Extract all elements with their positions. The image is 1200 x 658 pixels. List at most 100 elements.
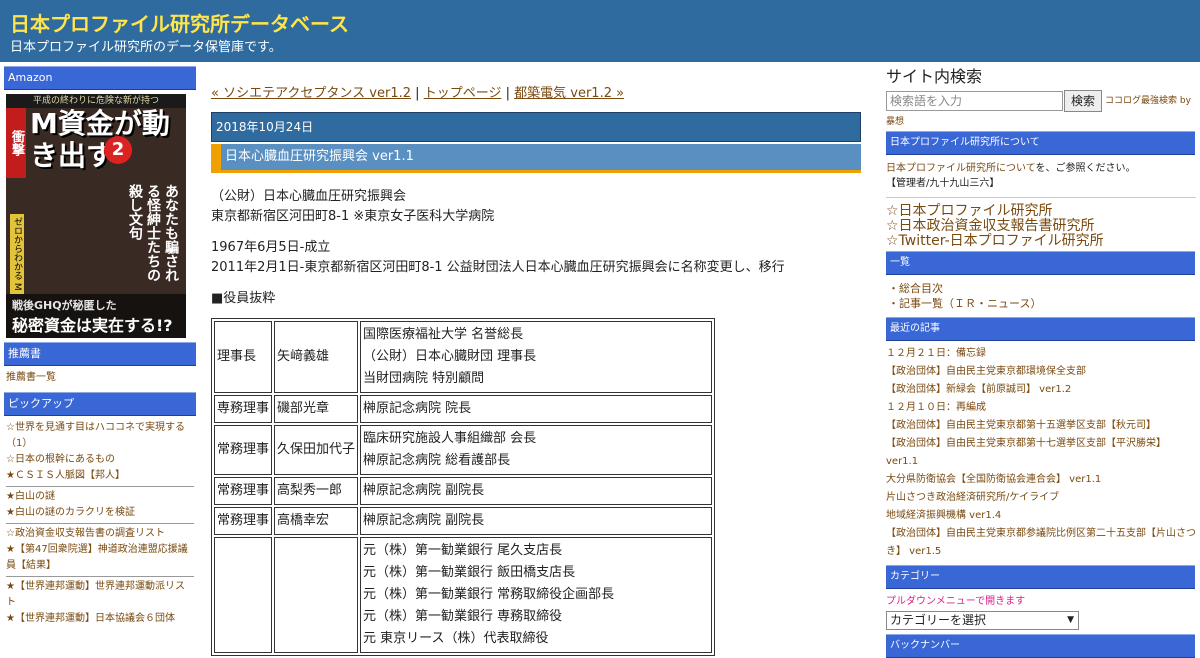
recent-post-link[interactable]: 片山さつき政治経済研究所/ケイライブ [886, 489, 1196, 507]
list-item[interactable]: ・記事一覧（ＩＲ・ニュース） [888, 296, 1196, 311]
officer-title: 榊原記念病院 総看護部長 [363, 453, 511, 468]
officer-role [214, 537, 273, 653]
officer-name: 久保田加代子 [274, 425, 359, 475]
recent-post-link[interactable]: 地域経済振興機構 ver1.4 [886, 507, 1196, 525]
amazon-book-ad[interactable]: 平成の終わりに危険な新が持つ 衝撃 M資金が動き出す 2 ゼロからわかる M資金… [6, 94, 186, 338]
admin-label: 【管理者/九十九山三六】 [886, 178, 1000, 189]
search-credit-link[interactable]: ココログ最強検索 by [1105, 96, 1191, 106]
ad-title: M資金が動き出す [30, 107, 170, 172]
sidebar-heading-backnumber: バックナンバー [886, 634, 1195, 658]
category-select-value: カテゴリーを選択 [890, 613, 987, 627]
recent-post-link[interactable]: 【政治団体】自由民主党東京都第十五選挙区支部【秋元司】 [886, 417, 1196, 435]
divider [6, 576, 194, 577]
recent-post-link[interactable]: 【政治団体】自由民主党東京都第十七選挙区支部【平沢勝栄】 ver1.1 [886, 435, 1196, 471]
officer-name: 高梨秀一郎 [274, 477, 359, 505]
pickup-link[interactable]: ☆政治資金収支報告書の調査リスト [6, 526, 194, 542]
sidebar-heading-list: 一覧 [886, 251, 1195, 275]
site-description: 日本プロファイル研究所のデータ保管庫です。 [10, 40, 282, 55]
profile-link[interactable]: ☆日本プロファイル研究所 [886, 204, 1196, 219]
divider [6, 486, 194, 487]
officer-titles: 榊原記念病院 院長 [360, 395, 713, 423]
officer-title: （公財）日本心臓財団 理事長 [363, 349, 537, 364]
post-body: （公財）日本心臓血圧研究振興会 東京都新宿区河田町8-1 ※東京女子医科大学病院… [211, 187, 861, 656]
ad-band-line1: 戦後GHQが秘匿した [12, 299, 117, 312]
pickup-link[interactable]: ☆日本の根幹にあるもの [6, 452, 194, 468]
list-links: ・総合目次 ・記事一覧（ＩＲ・ニュース） [886, 275, 1196, 317]
pickup-link[interactable]: ★【世界連邦運動】日本協議会６団体 [6, 611, 194, 627]
category-select[interactable]: カテゴリーを選択 ▼ [886, 611, 1079, 630]
sidebar-heading-amazon: Amazon [4, 66, 196, 90]
sidebar-heading-category: カテゴリー [886, 565, 1195, 589]
officer-name: 矢﨑義雄 [274, 321, 359, 393]
recent-post-link[interactable]: 【政治団体】自由民主党東京都参議院比例区第二十五支部【片山さつき】 ver1.5 [886, 525, 1196, 561]
officer-role: 常務理事 [214, 425, 273, 475]
officer-name: 高橋幸宏 [274, 507, 359, 535]
recent-post-link[interactable]: 【政治団体】新緑会【前原誠司】 ver1.2 [886, 381, 1196, 399]
nav-separator: | [415, 86, 420, 101]
officer-title: 元（株）第一勧業銀行 飯田橋支店長 [363, 565, 576, 580]
recent-post-link[interactable]: 大分県防衛協会【全国防衛協会連合会】 ver1.1 [886, 471, 1196, 489]
recent-post-link[interactable]: １２月２１日：備忘録 [886, 345, 1196, 363]
right-sidebar: サイト内検索 検索語を入力 検索 ココログ最強検索 by 暴想 日本プロファイル研究… [886, 66, 1196, 658]
site-search-title: サイト内検索 [886, 67, 983, 86]
search-button[interactable]: 検索 [1064, 90, 1103, 112]
pickup-links: ☆世界を見通す目はハココネで実現する（1） ☆日本の根幹にあるもの ★ＣＳＩＳ人… [4, 416, 196, 633]
officer-titles: 元（株）第一勧業銀行 尾久支店長 元（株）第一勧業銀行 飯田橋支店長 元（株）第… [360, 537, 713, 653]
officer-title: 国際医療福祉大学 名誉総長 [363, 327, 524, 342]
post-navigation: « ソシエテアクセプタンス ver1.2 | トップページ | 都築電気 ver… [211, 82, 861, 101]
officer-title: 元（株）第一勧業銀行 常務取締役企画部長 [363, 587, 615, 602]
profile-link[interactable]: ☆Twitter-日本プロファイル研究所 [886, 234, 1196, 249]
officer-role: 常務理事 [214, 477, 273, 505]
table-row: 元（株）第一勧業銀行 尾久支店長 元（株）第一勧業銀行 飯田橋支店長 元（株）第… [214, 537, 713, 653]
site-title[interactable]: 日本プロファイル研究所データベース [10, 8, 349, 37]
site-search-form: 検索語を入力 検索 ココログ最強検索 by [886, 90, 1196, 112]
post-title[interactable]: 日本心臓血圧研究振興会 ver1.1 [211, 144, 861, 173]
table-row: 常務理事 久保田加代子 臨床研究施設人事組織部 会長 榊原記念病院 総看護部長 [214, 425, 713, 475]
prev-post-link[interactable]: « ソシエテアクセプタンス ver1.2 [211, 86, 411, 101]
officer-role: 専務理事 [214, 395, 273, 423]
body-line: 東京都新宿区河田町8-1 ※東京女子医科大学病院 [211, 209, 495, 224]
body-line: （公財）日本心臓血圧研究振興会 [211, 189, 407, 204]
post-date: 2018年10月24日 [211, 112, 861, 142]
pickup-link[interactable]: ★白山の謎 [6, 489, 194, 505]
pickup-link[interactable]: ★ＣＳＩＳ人脈図【邦人】 [6, 468, 194, 484]
sidebar-heading-pickup: ピックアップ [4, 392, 196, 416]
officer-title: 元 東京リース（株）代表取締役 [363, 631, 549, 646]
top-page-link[interactable]: トップページ [424, 86, 502, 101]
table-row: 常務理事 高梨秀一郎 榊原記念病院 副院長 [214, 477, 713, 505]
divider [6, 523, 194, 524]
next-post-link[interactable]: 都築電気 ver1.2 » [514, 86, 624, 101]
about-link[interactable]: 日本プロファイル研究所について [886, 163, 1036, 174]
about-suffix: を、ご参照ください。 [1035, 163, 1136, 174]
pickup-link[interactable]: ★【第47回衆院選】神道政治連盟応援議員【結果】 [6, 542, 194, 574]
officer-titles: 臨床研究施設人事組織部 会長 榊原記念病院 総看護部長 [360, 425, 713, 475]
officer-title: 榊原記念病院 副院長 [363, 483, 485, 498]
officer-title: 元（株）第一勧業銀行 専務取締役 [363, 609, 563, 624]
sidebar-heading-recent: 最近の記事 [886, 317, 1195, 341]
table-row: 専務理事 磯部光章 榊原記念病院 院長 [214, 395, 713, 423]
list-item[interactable]: ・総合目次 [888, 281, 1196, 296]
officers-table: 理事長 矢﨑義雄 国際医療福祉大学 名誉総長 （公財）日本心臓財団 理事長 当財… [211, 318, 716, 656]
recent-post-link[interactable]: １２月１０日：再編成 [886, 399, 1196, 417]
pickup-link[interactable]: ★白山の謎のカラクリを検証 [6, 505, 194, 521]
officer-titles: 榊原記念病院 副院長 [360, 507, 713, 535]
recommend-list-link[interactable]: 推薦書一覧 [6, 370, 194, 386]
recommend-links: 推薦書一覧 [4, 366, 196, 392]
pickup-link[interactable]: ☆世界を見通す目はハココネで実現する（1） [6, 420, 194, 452]
main-content: « ソシエテアクセプタンス ver1.2 | トップページ | 都築電気 ver… [211, 66, 861, 656]
officer-titles: 国際医療福祉大学 名誉総長 （公財）日本心臓財団 理事長 当財団病院 特別顧問 [360, 321, 713, 393]
search-input[interactable]: 検索語を入力 [886, 91, 1063, 111]
officer-title: 当財団病院 特別顧問 [363, 371, 485, 386]
left-sidebar: Amazon 平成の終わりに危険な新が持つ 衝撃 M資金が動き出す 2 ゼロから… [4, 66, 196, 633]
pickup-link[interactable]: ★【世界連邦運動】世界連邦運動派リスト [6, 579, 194, 611]
ad-top-text: 平成の終わりに危険な新が持つ [6, 94, 186, 108]
table-row: 理事長 矢﨑義雄 国際医療福祉大学 名誉総長 （公財）日本心臓財団 理事長 当財… [214, 321, 713, 393]
body-line: ■役員抜粋 [211, 291, 276, 306]
profile-link[interactable]: ☆日本政治資金収支報告書研究所 [886, 219, 1196, 234]
search-credit-author[interactable]: 暴想 [886, 114, 1196, 127]
officer-title: 榊原記念病院 院長 [363, 401, 472, 416]
site-header: 日本プロファイル研究所データベース 日本プロファイル研究所のデータ保管庫です。 [0, 0, 1200, 62]
body-line: 1967年6月5日-成立 [211, 240, 331, 255]
recent-post-link[interactable]: 【政治団体】自由民主党東京都環境保全支部 [886, 363, 1196, 381]
officer-role: 常務理事 [214, 507, 273, 535]
